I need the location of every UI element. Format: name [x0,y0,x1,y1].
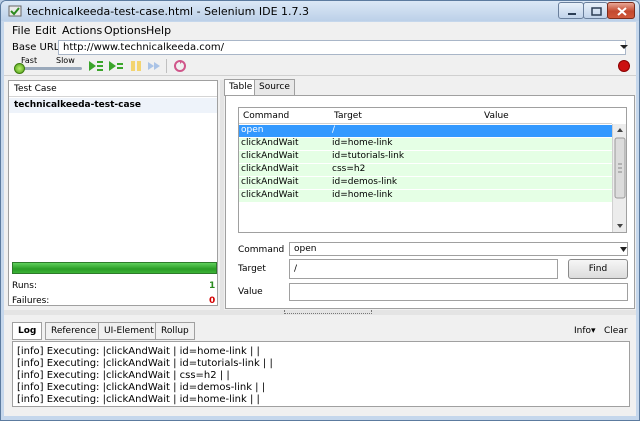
find-button[interactable]: Find [568,259,628,279]
row-target: id=home-link [332,190,393,200]
pause-icon[interactable] [128,59,144,73]
log-line: [info] Executing: |clickAndWait | css=h2… [17,370,230,381]
maximize-button[interactable] [583,2,608,19]
test-case-header: Test Case [9,81,217,97]
log-line: [info] Executing: |clickAndWait | id=hom… [17,394,260,405]
splitter-grip[interactable] [284,310,372,314]
toolbar: Fast Slow [4,56,636,76]
runs-label: Runs: [12,281,37,291]
rollup-icon[interactable] [172,59,188,73]
table-pane: Command Target Value open / clickAndWait… [225,95,635,309]
maximize-icon [591,7,602,16]
menu-file[interactable]: File [12,24,30,37]
tab-source[interactable]: Source [254,79,295,95]
row-target: css=h2 [332,164,366,174]
tab-log[interactable]: Log [12,322,43,340]
tab-ui-element[interactable]: UI-Element [98,322,160,340]
play-suite-icon[interactable] [88,59,104,73]
chevron-down-icon[interactable] [620,247,627,252]
menu-bar: File Edit Actions Options Help [4,22,636,39]
row-command: clickAndWait [241,138,299,148]
column-header-target[interactable]: Target [334,111,362,121]
log-output: [info] Executing: |clickAndWait | id=hom… [12,341,630,407]
target-label: Target [238,264,266,274]
scroll-down-icon [617,224,623,228]
speed-slider-handle[interactable] [14,63,25,74]
failures-count: 0 [209,296,216,306]
row-target: / [332,125,336,135]
close-icon [617,7,627,16]
row-target: id=tutorials-link [332,151,405,161]
table-row[interactable]: clickAndWait id=home-link [239,138,612,150]
speed-slow-label: Slow [56,56,75,65]
table-row[interactable]: clickAndWait css=h2 [239,164,612,176]
record-icon[interactable] [616,59,632,73]
row-command: clickAndWait [241,151,299,161]
log-line: [info] Executing: |clickAndWait | id=hom… [17,346,260,357]
minimize-button[interactable] [558,2,584,19]
title-bar[interactable]: technicalkeeda-test-case.html - Selenium… [1,1,639,21]
selenium-ide-window: technicalkeeda-test-case.html - Selenium… [0,0,640,421]
run-progress-bar [12,262,217,274]
log-line: [info] Executing: |clickAndWait | id=tut… [17,358,273,369]
client-area: File Edit Actions Options Help Base URL … [4,22,636,416]
close-button[interactable] [607,2,635,19]
tab-rollup[interactable]: Rollup [155,322,195,340]
command-table-header: Command Target Value [239,108,612,124]
menu-actions[interactable]: Actions [62,24,102,37]
value-label: Value [238,287,263,297]
chevron-down-icon[interactable] [620,44,628,50]
command-label: Command [238,245,285,255]
value-input[interactable] [289,283,628,301]
failures-label: Failures: [12,296,50,306]
clear-log-button[interactable]: Clear [604,326,628,336]
toolbar-separator [166,59,167,73]
menu-edit[interactable]: Edit [35,24,56,37]
log-level-dropdown[interactable]: Info▾ [574,326,596,336]
menu-help[interactable]: Help [146,24,171,37]
command-select[interactable]: open [289,242,628,256]
table-scrollbar[interactable] [612,124,626,232]
base-url-input[interactable]: http://www.technicalkeeda.com/ [58,40,626,55]
column-header-command[interactable]: Command [243,111,289,121]
base-url-label: Base URL [12,42,60,53]
minimize-icon [568,13,576,15]
scroll-up-icon [617,128,623,132]
menu-options[interactable]: Options [104,24,146,37]
row-command: clickAndWait [241,164,299,174]
tab-reference[interactable]: Reference [45,322,103,340]
step-icon[interactable] [146,59,162,73]
horizontal-splitter[interactable] [4,310,636,315]
command-table: Command Target Value open / clickAndWait… [238,107,627,233]
row-command: open [241,125,264,135]
table-row[interactable]: clickAndWait id=demos-link [239,177,612,189]
row-command: clickAndWait [241,190,299,200]
play-test-icon[interactable] [108,59,124,73]
selenium-app-icon [8,5,22,17]
test-case-item[interactable]: technicalkeeda-test-case [9,98,217,113]
tab-table[interactable]: Table [224,79,258,96]
window-title: technicalkeeda-test-case.html - Selenium… [27,5,310,18]
row-target: id=home-link [332,138,393,148]
table-row[interactable]: open / [239,125,612,137]
row-target: id=demos-link [332,177,398,187]
table-row[interactable]: clickAndWait id=home-link [239,190,612,202]
table-row[interactable]: clickAndWait id=tutorials-link [239,151,612,163]
vertical-splitter[interactable] [220,80,224,310]
runs-count: 1 [209,281,216,291]
column-header-value[interactable]: Value [484,111,509,121]
scrollbar-track [614,128,626,228]
base-url-bar: Base URL http://www.technicalkeeda.com/ [4,39,636,56]
row-command: clickAndWait [241,177,299,187]
log-line: [info] Executing: |clickAndWait | id=dem… [17,382,266,393]
target-input[interactable]: / [289,259,558,279]
